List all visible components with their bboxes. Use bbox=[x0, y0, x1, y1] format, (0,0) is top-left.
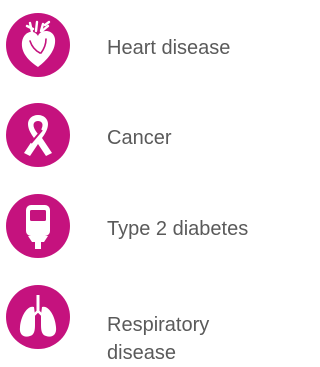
item-label: Respiratory disease bbox=[107, 314, 210, 364]
list-item-cancer: Cancer bbox=[0, 103, 289, 173]
item-label: Type 2 diabetes bbox=[107, 218, 249, 240]
list-item-heart-disease: Heart disease bbox=[0, 13, 289, 83]
ribbon-icon bbox=[6, 103, 70, 167]
lungs-icon bbox=[6, 285, 70, 349]
heart-icon bbox=[6, 13, 70, 77]
item-label: Cancer bbox=[107, 127, 172, 149]
item-label: Heart disease bbox=[107, 37, 231, 59]
glucose-meter-icon bbox=[6, 194, 70, 258]
list-item-respiratory-disease: Respiratory disease bbox=[0, 285, 289, 367]
list-item-type-2-diabetes: Type 2 diabetes bbox=[0, 194, 289, 264]
